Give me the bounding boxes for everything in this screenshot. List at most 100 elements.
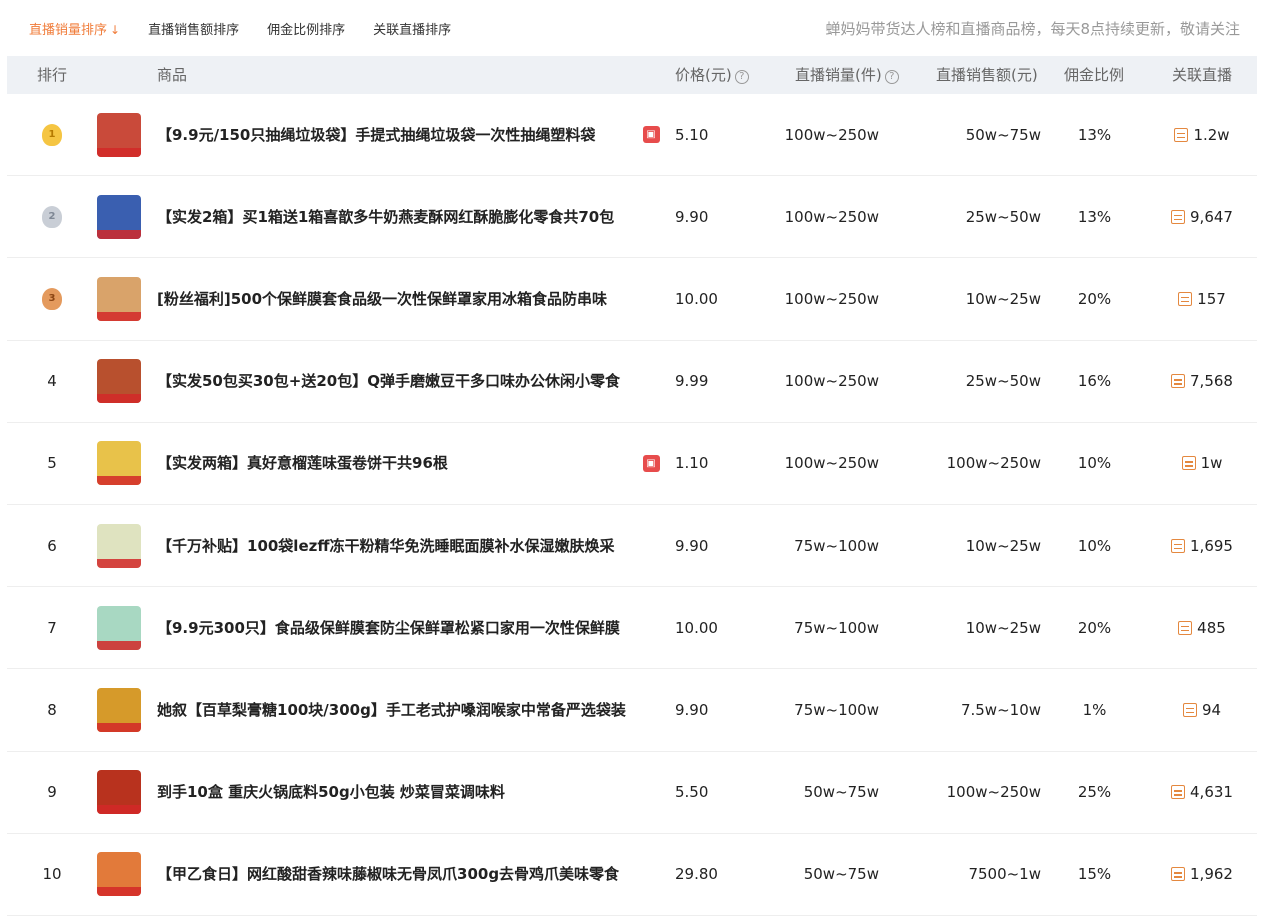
live-icon <box>1182 702 1197 717</box>
rank-cell: 4 <box>7 341 97 422</box>
live-icon <box>1171 374 1186 389</box>
product-title[interactable]: 她叙【百草梨膏糖100块/300g】手工老式护嗓润喉家中常备严选袋装 <box>157 669 637 750</box>
rank-cell: 7 <box>7 587 97 668</box>
help-icon[interactable]: ? <box>884 70 899 84</box>
amount-cell: 10w~25w <box>965 536 1041 555</box>
sales-cell: 100w~250w <box>784 125 879 144</box>
col-price[interactable]: 价格(元)? <box>675 56 749 94</box>
shop-tag: ▣ <box>641 423 661 504</box>
price-cell: 5.50 <box>675 783 709 802</box>
related-live-cell[interactable]: 4,631 <box>1147 752 1257 833</box>
product-image <box>97 852 141 897</box>
store-icon: ▣ <box>642 126 660 144</box>
table-header: 排行 商品 价格(元)? 直播销量(件)? 直播销售额(元) 佣金比例 关联直播 <box>7 56 1257 94</box>
sales-cell: 100w~250w <box>784 289 879 308</box>
table-row[interactable]: 4 【实发50包买30包+送20包】Q弹手磨嫩豆干多口味办公休闲小零食 9.99… <box>7 341 1257 423</box>
help-icon[interactable]: ? <box>734 70 749 84</box>
product-image <box>97 687 141 732</box>
sales-cell: 75w~100w <box>794 618 879 637</box>
product-image <box>97 276 141 321</box>
amount-cell: 25w~50w <box>965 207 1041 226</box>
related-live-cell[interactable]: 157 <box>1147 258 1257 339</box>
amount-cell: 25w~50w <box>965 372 1041 391</box>
commission-cell: 16% <box>1077 372 1112 391</box>
product-image <box>97 194 141 239</box>
sort-tab-related-live[interactable]: 关联直播排序 <box>373 19 451 38</box>
product-title[interactable]: 【9.9元300只】食品级保鲜膜套防尘保鲜罩松紧口家用一次性保鲜膜 <box>157 587 637 668</box>
product-title[interactable]: 【实发两箱】真好意榴莲味蛋卷饼干共96根 <box>157 423 637 504</box>
col-sales[interactable]: 直播销量(件)? <box>795 56 899 94</box>
table-row[interactable]: 6 【千万补贴】100袋lezff冻干粉精华免洗睡眠面膜补水保湿嫩肤焕采 9.9… <box>7 505 1257 588</box>
table-row[interactable]: 10 【甲乙食日】网红酸甜香辣味藤椒味无骨凤爪300g去骨鸡爪美味零食 29.8… <box>7 834 1257 916</box>
related-live-cell[interactable]: 485 <box>1147 587 1257 668</box>
live-icon <box>1178 620 1193 635</box>
table-row[interactable]: 5 【实发两箱】真好意榴莲味蛋卷饼干共96根 ▣ 1.10 100w~250w … <box>7 423 1257 505</box>
sort-bar: 直播销量排序 ↓ 直播销售额排序 佣金比例排序 关联直播排序 蝉妈妈带货达人榜和直… <box>0 0 1268 56</box>
product-thumbnail[interactable] <box>97 176 141 257</box>
related-live-cell[interactable]: 9,647 <box>1147 176 1257 257</box>
price-cell: 10.00 <box>675 289 718 308</box>
sales-cell: 75w~100w <box>794 536 879 555</box>
sort-tab-commission[interactable]: 佣金比例排序 <box>267 19 345 38</box>
price-cell: 29.80 <box>675 865 718 884</box>
related-live-cell[interactable]: 1,962 <box>1147 834 1257 915</box>
sort-tab-live-sales[interactable]: 直播销量排序 ↓ <box>29 19 120 38</box>
table-row[interactable]: 9 到手10盒 重庆火锅底料50g小包装 炒菜冒菜调味料 5.50 50w~75… <box>7 752 1257 834</box>
shop-tag: ▣ <box>641 94 661 175</box>
amount-cell: 7500~1w <box>968 865 1041 884</box>
product-thumbnail[interactable] <box>97 669 141 750</box>
rank-number: 10 <box>42 865 62 884</box>
commission-cell: 1% <box>1082 700 1107 719</box>
amount-cell: 7.5w~10w <box>960 700 1041 719</box>
col-related-live: 关联直播 <box>1172 66 1233 84</box>
rank-number: 7 <box>47 618 57 637</box>
rank-number: 9 <box>47 783 57 802</box>
live-icon <box>1171 785 1186 800</box>
product-thumbnail[interactable] <box>97 423 141 504</box>
store-icon: ▣ <box>642 454 660 472</box>
rank-cell: 3 <box>7 258 97 339</box>
sales-cell: 75w~100w <box>794 700 879 719</box>
amount-cell: 100w~250w <box>946 783 1041 802</box>
rank-number: 6 <box>47 536 57 555</box>
product-title[interactable]: 【实发2箱】买1箱送1箱喜歆多牛奶燕麦酥网红酥脆膨化零食共70包 <box>157 176 637 257</box>
product-title[interactable]: [粉丝福利]500个保鲜膜套食品级一次性保鲜罩家用冰箱食品防串味 <box>157 258 637 339</box>
table-row[interactable]: 7 【9.9元300只】食品级保鲜膜套防尘保鲜罩松紧口家用一次性保鲜膜 10.0… <box>7 587 1257 670</box>
live-icon <box>1171 867 1186 882</box>
price-cell: 9.90 <box>675 536 709 555</box>
commission-cell: 13% <box>1077 125 1112 144</box>
product-title[interactable]: 到手10盒 重庆火锅底料50g小包装 炒菜冒菜调味料 <box>157 752 637 833</box>
product-thumbnail[interactable] <box>97 341 141 422</box>
related-live-cell[interactable]: 1.2w <box>1147 94 1257 175</box>
amount-cell: 50w~75w <box>965 125 1041 144</box>
product-thumbnail[interactable] <box>97 94 141 175</box>
related-live-cell[interactable]: 1,695 <box>1147 505 1257 586</box>
update-notice: 蝉妈妈带货达人榜和直播商品榜，每天8点持续更新，敬请关注 <box>825 19 1240 38</box>
product-title[interactable]: 【实发50包买30包+送20包】Q弹手磨嫩豆干多口味办公休闲小零食 <box>157 341 637 422</box>
commission-cell: 10% <box>1077 454 1112 473</box>
price-cell: 9.90 <box>675 207 709 226</box>
sales-cell: 100w~250w <box>784 207 879 226</box>
live-icon <box>1171 538 1186 553</box>
table-row[interactable]: 1 【9.9元/150只抽绳垃圾袋】手提式抽绳垃圾袋一次性抽绳塑料袋 ▣ 5.1… <box>7 94 1257 177</box>
related-live-cell[interactable]: 7,568 <box>1147 341 1257 422</box>
product-title[interactable]: 【千万补贴】100袋lezff冻干粉精华免洗睡眠面膜补水保湿嫩肤焕采 <box>157 505 637 586</box>
rank-medal-icon: 2 <box>42 205 62 228</box>
related-live-cell[interactable]: 1w <box>1147 423 1257 504</box>
product-thumbnail[interactable] <box>97 834 141 915</box>
table-row[interactable]: 2 【实发2箱】买1箱送1箱喜歆多牛奶燕麦酥网红酥脆膨化零食共70包 9.90 … <box>7 176 1257 259</box>
table-row[interactable]: 8 她叙【百草梨膏糖100块/300g】手工老式护嗓润喉家中常备严选袋装 9.9… <box>7 669 1257 752</box>
product-thumbnail[interactable] <box>97 587 141 668</box>
commission-cell: 15% <box>1077 865 1112 884</box>
sort-tab-live-amount[interactable]: 直播销售额排序 <box>148 19 239 38</box>
table-row[interactable]: 3 [粉丝福利]500个保鲜膜套食品级一次性保鲜罩家用冰箱食品防串味 10.00… <box>7 258 1257 341</box>
product-title[interactable]: 【甲乙食日】网红酸甜香辣味藤椒味无骨凤爪300g去骨鸡爪美味零食 <box>157 834 637 915</box>
product-title[interactable]: 【9.9元/150只抽绳垃圾袋】手提式抽绳垃圾袋一次性抽绳塑料袋 <box>157 94 637 175</box>
product-thumbnail[interactable] <box>97 258 141 339</box>
col-product: 商品 <box>157 66 188 84</box>
sort-desc-icon: ↓ <box>110 22 121 37</box>
product-thumbnail[interactable] <box>97 752 141 833</box>
price-cell: 5.10 <box>675 125 709 144</box>
related-live-cell[interactable]: 94 <box>1147 669 1257 750</box>
product-thumbnail[interactable] <box>97 505 141 586</box>
